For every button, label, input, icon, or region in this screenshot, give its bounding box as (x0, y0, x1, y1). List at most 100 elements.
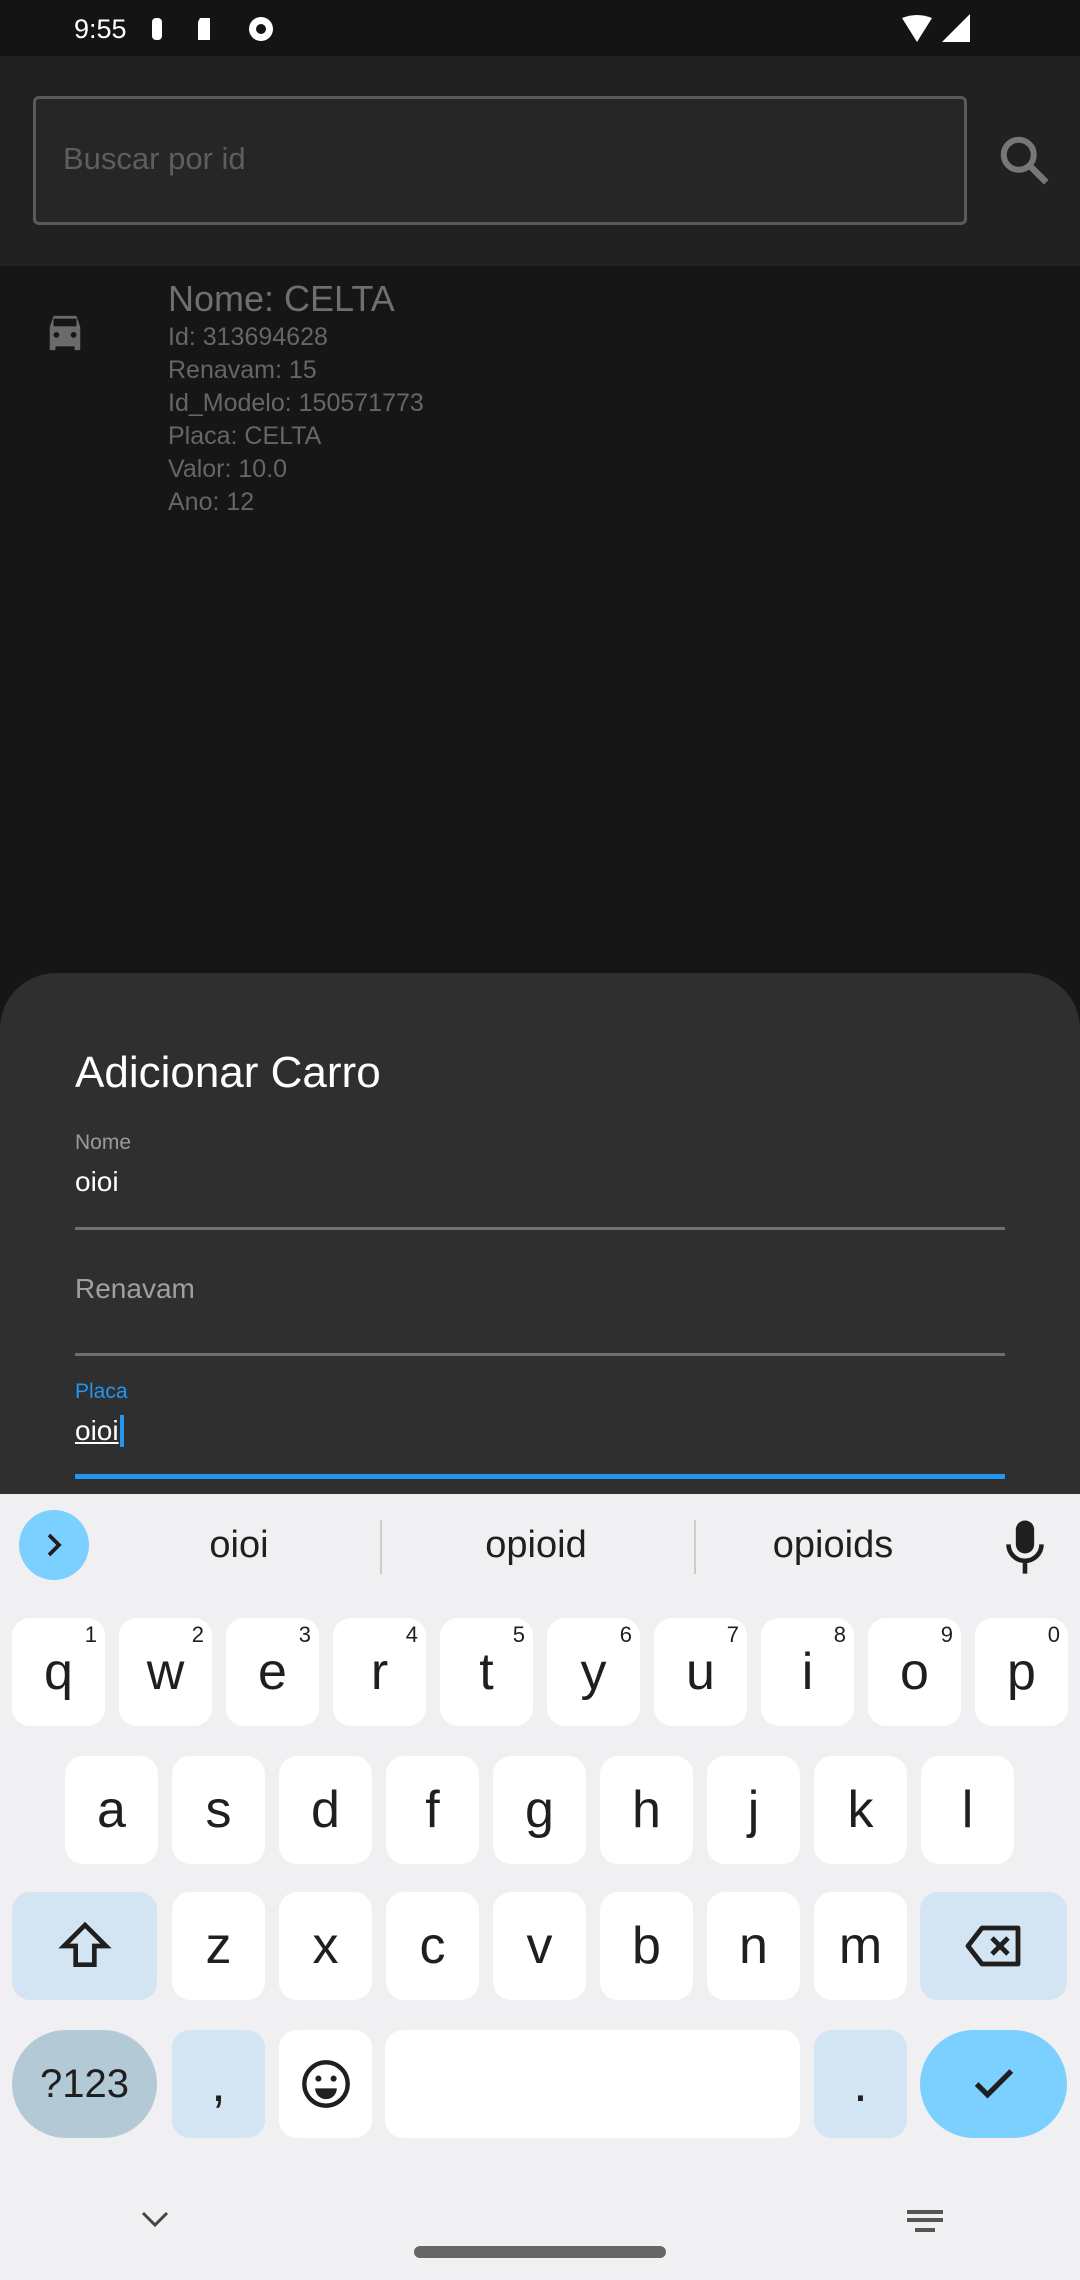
toolbar-expand-button[interactable] (19, 1510, 89, 1580)
keyboard: oioi opioid opioids q1w2e3r4t5y6u7i8o9p0… (0, 1494, 1080, 2280)
suggestion-1[interactable]: oioi (139, 1524, 339, 1567)
key-b[interactable]: b (600, 1892, 693, 2000)
key-u[interactable]: u7 (654, 1618, 747, 1726)
key-x[interactable]: x (279, 1892, 372, 2000)
car-icon (49, 315, 81, 351)
key-hint: 1 (84, 1622, 97, 1647)
key-label: r (370, 1643, 389, 1701)
divider (380, 1520, 382, 1574)
key-h[interactable]: h (600, 1756, 693, 1864)
renavam-label: Renavam (75, 1273, 195, 1304)
home-indicator[interactable] (414, 2246, 666, 2258)
divider (694, 1520, 696, 1574)
key-label: d (311, 1781, 340, 1839)
key-q[interactable]: q1 (12, 1618, 105, 1726)
key-label: y (580, 1643, 607, 1701)
nome-label: Nome (75, 1131, 132, 1154)
key-hint: 4 (405, 1622, 418, 1647)
key-f[interactable]: f (386, 1756, 479, 1864)
car-ano: Ano: 12 (168, 488, 255, 516)
key-c[interactable]: c (386, 1892, 479, 2000)
search-input[interactable]: Buscar por id (33, 96, 967, 225)
space-key[interactable] (385, 2030, 800, 2138)
backspace-icon (965, 1925, 1020, 1967)
placa-value: oioi (75, 1415, 124, 1447)
hide-keyboard-icon[interactable] (140, 2210, 170, 2230)
key-o[interactable]: o9 (868, 1618, 961, 1726)
key-hint: 5 (512, 1622, 525, 1647)
wifi-signal-icon (902, 14, 970, 42)
key-label: n (739, 1917, 768, 1975)
car-valor: Valor: 10.0 (168, 455, 288, 483)
search-placeholder: Buscar por id (63, 141, 246, 176)
key-label: z (205, 1917, 232, 1975)
emoji-icon (301, 2060, 350, 2108)
key-label: . (853, 2055, 868, 2113)
key-w[interactable]: w2 (119, 1618, 212, 1726)
emoji-key[interactable] (279, 2030, 372, 2138)
key-p[interactable]: p0 (975, 1618, 1068, 1726)
key-label: w (146, 1643, 185, 1701)
period-key[interactable]: . (814, 2030, 907, 2138)
key-l[interactable]: l (921, 1756, 1014, 1864)
key-d[interactable]: d (279, 1756, 372, 1864)
comma-key[interactable]: , (172, 2030, 265, 2138)
key-y[interactable]: y6 (547, 1618, 640, 1726)
key-hint: 2 (191, 1622, 204, 1647)
key-v[interactable]: v (493, 1892, 586, 2000)
key-label: e (258, 1643, 287, 1701)
chevron-right-icon (47, 1533, 62, 1557)
search-icon[interactable] (995, 131, 1055, 191)
placa-label: Placa (75, 1380, 128, 1403)
key-g[interactable]: g (493, 1756, 586, 1864)
key-label: g (525, 1781, 554, 1839)
key-hint: 8 (833, 1622, 846, 1647)
key-t[interactable]: t5 (440, 1618, 533, 1726)
suggestion-3[interactable]: opioids (733, 1524, 933, 1567)
add-car-sheet: Adicionar Carro Nome oioi Renavam Placa … (0, 973, 1080, 1533)
key-s[interactable]: s (172, 1756, 265, 1864)
key-label: c (419, 1917, 446, 1975)
key-label: i (801, 1643, 814, 1701)
key-label: p (1007, 1643, 1036, 1701)
shift-key[interactable] (12, 1892, 157, 2000)
key-i[interactable]: i8 (761, 1618, 854, 1726)
key-label: ?123 (40, 2061, 129, 2106)
key-label: v (526, 1917, 553, 1975)
microphone-icon[interactable] (1003, 1518, 1047, 1578)
key-label: h (632, 1781, 661, 1839)
key-a[interactable]: a (65, 1756, 158, 1864)
nome-value: oioi (75, 1166, 119, 1197)
car-renavam: Renavam: 15 (168, 356, 317, 384)
key-z[interactable]: z (172, 1892, 265, 2000)
backspace-key[interactable] (920, 1892, 1067, 2000)
key-n[interactable]: n (707, 1892, 800, 2000)
status-time: 9:55 (74, 14, 127, 44)
app-bar: Buscar por id (0, 56, 1080, 266)
key-hint: 0 (1047, 1622, 1060, 1647)
checkmark-icon (974, 2069, 1013, 2099)
key-label: m (838, 1917, 883, 1975)
key-label: o (900, 1643, 929, 1701)
car-name: Nome: CELTA (168, 278, 395, 319)
key-label: , (211, 2055, 226, 2113)
symbols-key[interactable]: ?123 (12, 2030, 157, 2138)
key-label: k (847, 1781, 874, 1839)
status-bar: 9:55 (0, 0, 1080, 56)
key-hint: 7 (726, 1622, 739, 1647)
key-e[interactable]: e3 (226, 1618, 319, 1726)
key-m[interactable]: m (814, 1892, 907, 2000)
car-id-modelo: Id_Modelo: 150571773 (168, 389, 424, 417)
enter-key[interactable] (920, 2030, 1067, 2138)
key-label: b (632, 1917, 661, 1975)
key-label: t (479, 1643, 494, 1701)
notification-icons (152, 17, 273, 41)
key-label: l (961, 1781, 974, 1839)
key-j[interactable]: j (707, 1756, 800, 1864)
keyboard-switch-icon[interactable] (905, 2208, 945, 2236)
key-k[interactable]: k (814, 1756, 907, 1864)
key-r[interactable]: r4 (333, 1618, 426, 1726)
renavam-underline (75, 1353, 1005, 1356)
nome-underline (75, 1227, 1005, 1230)
suggestion-2[interactable]: opioid (436, 1524, 636, 1567)
